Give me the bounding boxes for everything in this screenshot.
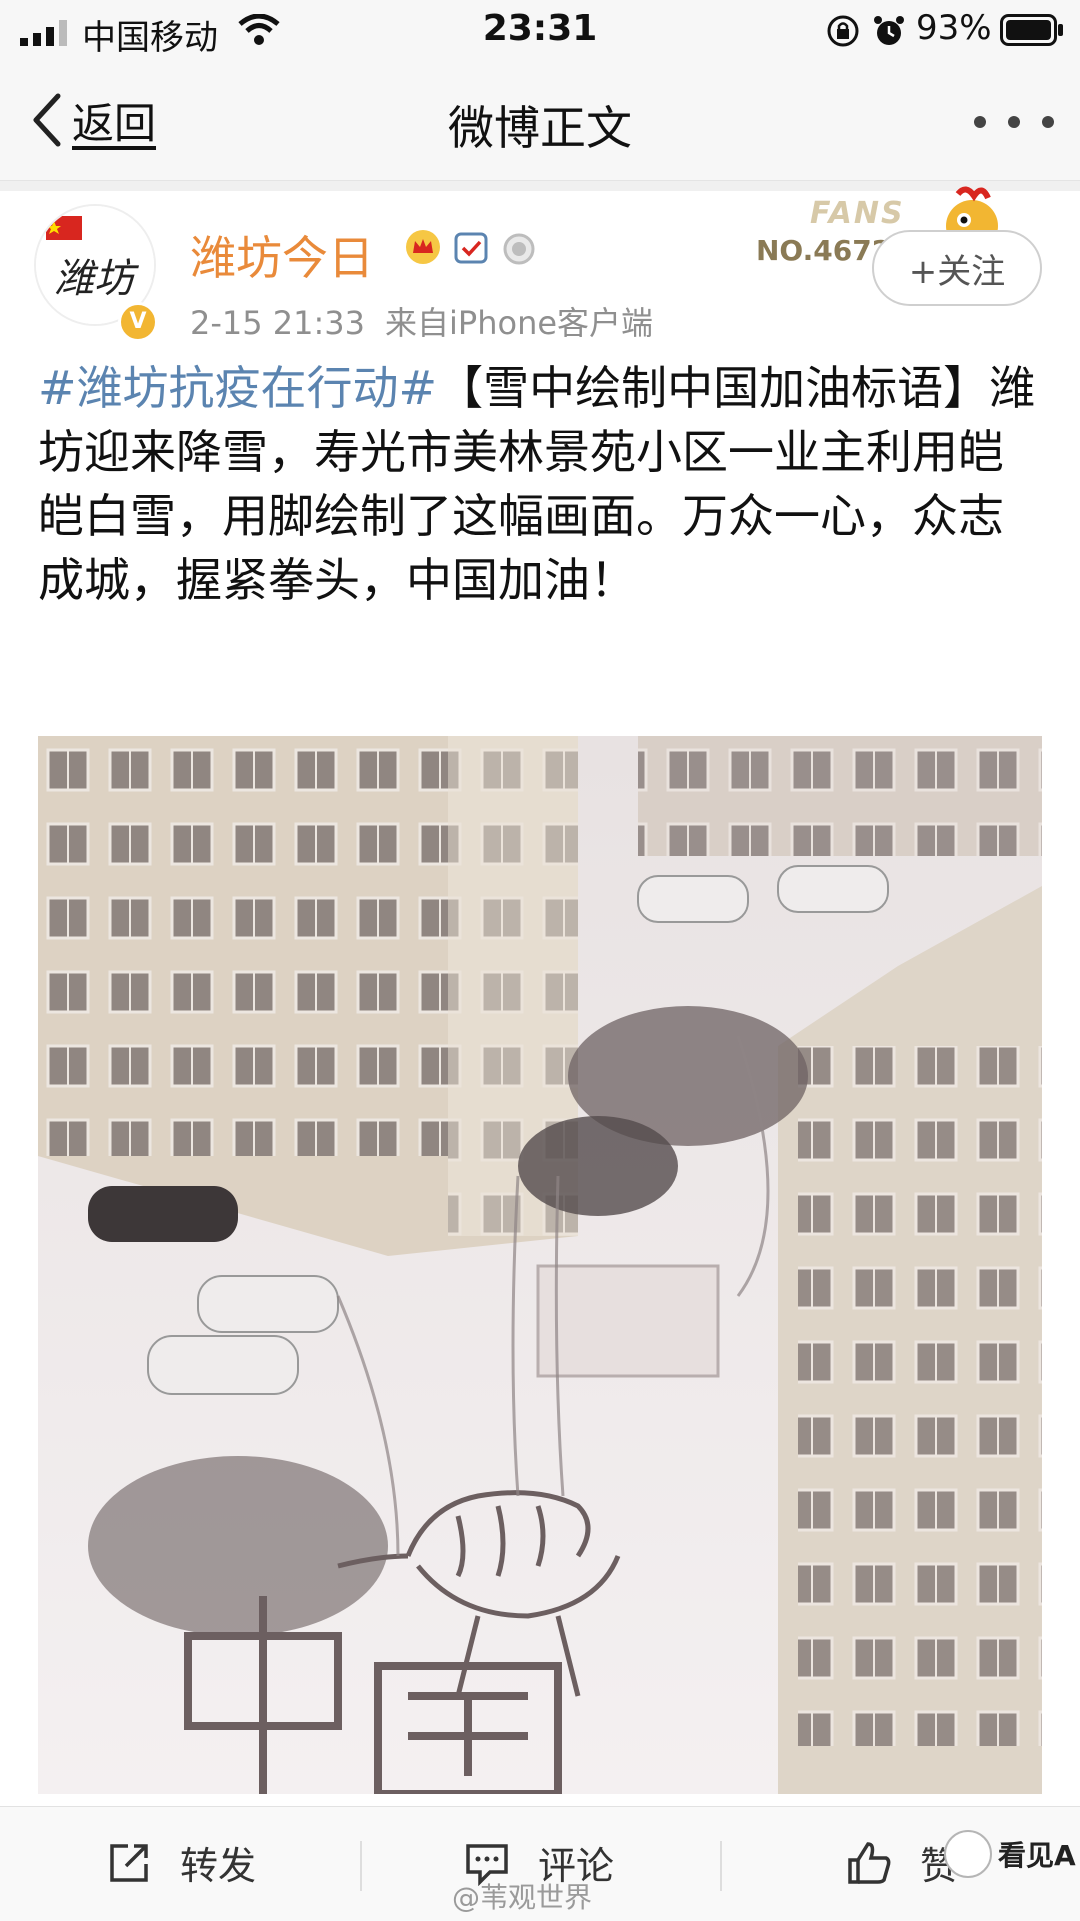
footer-divider [360,1841,362,1891]
repost-label: 转发 [180,1844,257,1888]
nav-bar: 返回 微博正文 [0,62,1080,181]
thumbs-up-icon [848,1841,891,1884]
alarm-icon [874,16,904,45]
post-author[interactable]: 潍坊今日 [190,222,374,288]
medal-icon [500,228,538,266]
crown-icon [404,228,442,266]
battery-percentage: 93% [916,8,992,48]
page-title: 微博正文 [448,101,632,155]
snow-scene-photo [38,736,1042,1794]
checkin-icon [452,228,490,266]
post-date: 2-15 21:33 [190,304,366,342]
post-meta: 2-15 21:33 来自iPhone客户端 [190,298,653,344]
watermark-logo-icon [944,1830,992,1878]
post-body: #潍坊抗疫在行动#【雪中绘制中国加油标语】潍坊迎来降雪，寿光市美林景苑小区一业主… [38,356,1048,612]
watermark-brand: 看见A [998,1839,1076,1872]
verified-badge: V [118,302,158,342]
repost-button[interactable]: 转发 [106,1835,256,1890]
repost-icon [110,1843,148,1882]
follow-button[interactable]: +关注 [872,230,1042,306]
more-options-icon[interactable] [972,114,1056,130]
battery-icon [1000,14,1063,46]
user-badges [404,228,538,266]
footer-divider [720,1841,722,1891]
watermark-logo-group: 看见A [944,1824,1076,1884]
post-image[interactable] [38,736,1042,1794]
avatar-text: 潍坊 [54,256,140,302]
rotation-lock-icon [827,15,859,47]
post-hashtag[interactable]: #潍坊抗疫在行动# [38,361,437,415]
like-button[interactable]: 赞 [846,1835,958,1890]
fans-label: FANS [810,196,905,231]
status-bar: 中国移动 23:31 93% [0,0,1080,62]
post-source: 来自iPhone客户端 [385,304,654,342]
watermark-text: @苇观世界 [452,1881,593,1914]
